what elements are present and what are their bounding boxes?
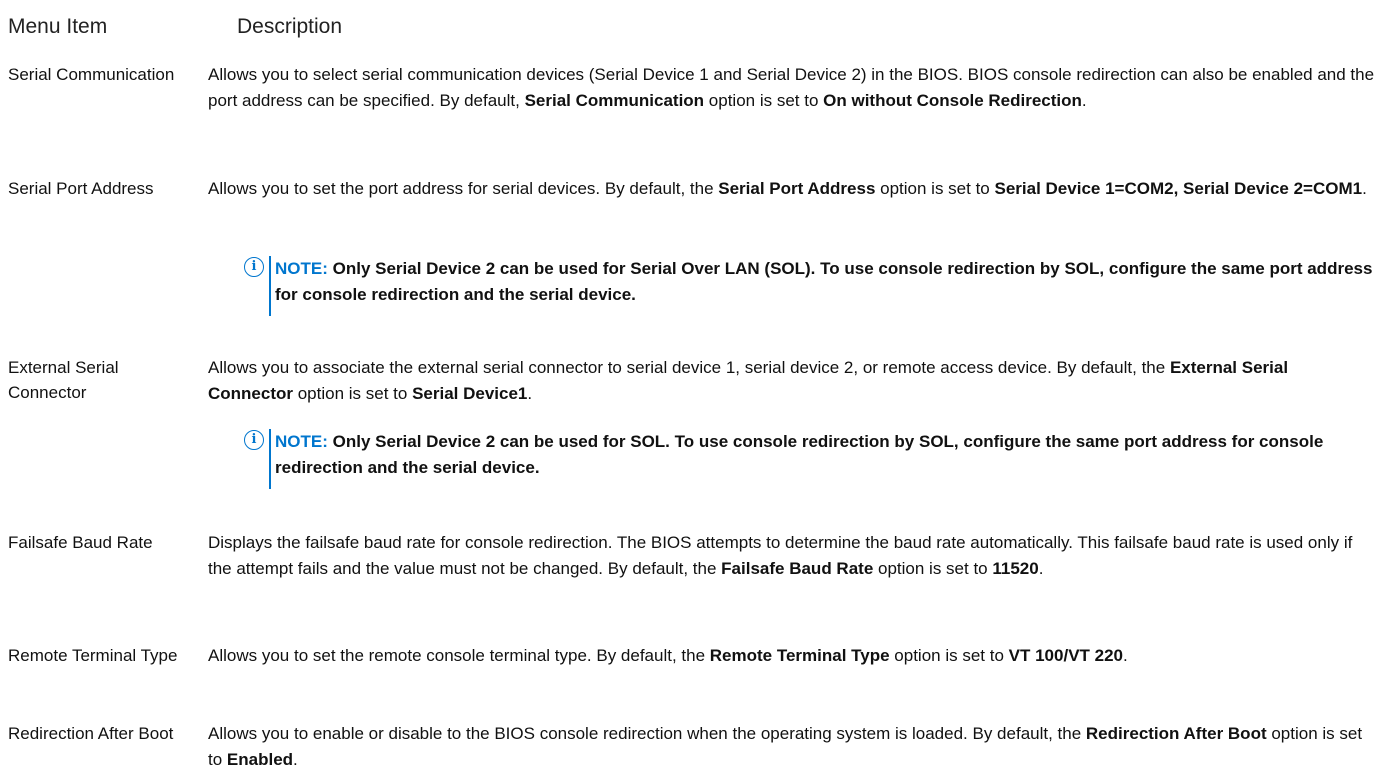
header-menu-item: Menu Item: [8, 15, 108, 38]
row-description-serial-communication: Allows you to select serial communicatio…: [208, 65, 1375, 110]
note-bar: [269, 256, 271, 316]
row-label-external-serial-connector: External Serial Connector: [8, 358, 119, 402]
info-icon: i: [244, 257, 264, 277]
row-description-failsafe-baud-rate: Displays the failsafe baud rate for cons…: [208, 533, 1353, 578]
row-label-redirection-after-boot: Redirection After Boot: [8, 724, 174, 743]
bios-settings-table: Menu Item Description Serial Communicati…: [0, 0, 1381, 773]
row-description-remote-terminal-type: Allows you to set the remote console ter…: [208, 646, 1128, 665]
info-icon: i: [244, 430, 264, 450]
row-description-redirection-after-boot: Allows you to enable or disable to the B…: [208, 724, 1363, 769]
row-description-serial-port-address: Allows you to set the port address for s…: [208, 179, 1367, 198]
note-text: NOTE: Only Serial Device 2 can be used f…: [275, 259, 1373, 304]
row-label-failsafe-baud-rate: Failsafe Baud Rate: [8, 533, 153, 552]
header-description: Description: [237, 15, 343, 38]
row-label-serial-communication: Serial Communication: [8, 65, 175, 84]
note-text: NOTE: Only Serial Device 2 can be used f…: [275, 432, 1324, 477]
row-description-external-serial-connector: Allows you to associate the external ser…: [208, 358, 1289, 403]
row-label-remote-terminal-type: Remote Terminal Type: [8, 646, 178, 665]
row-label-serial-port-address: Serial Port Address: [8, 179, 154, 198]
note-bar: [269, 429, 271, 489]
